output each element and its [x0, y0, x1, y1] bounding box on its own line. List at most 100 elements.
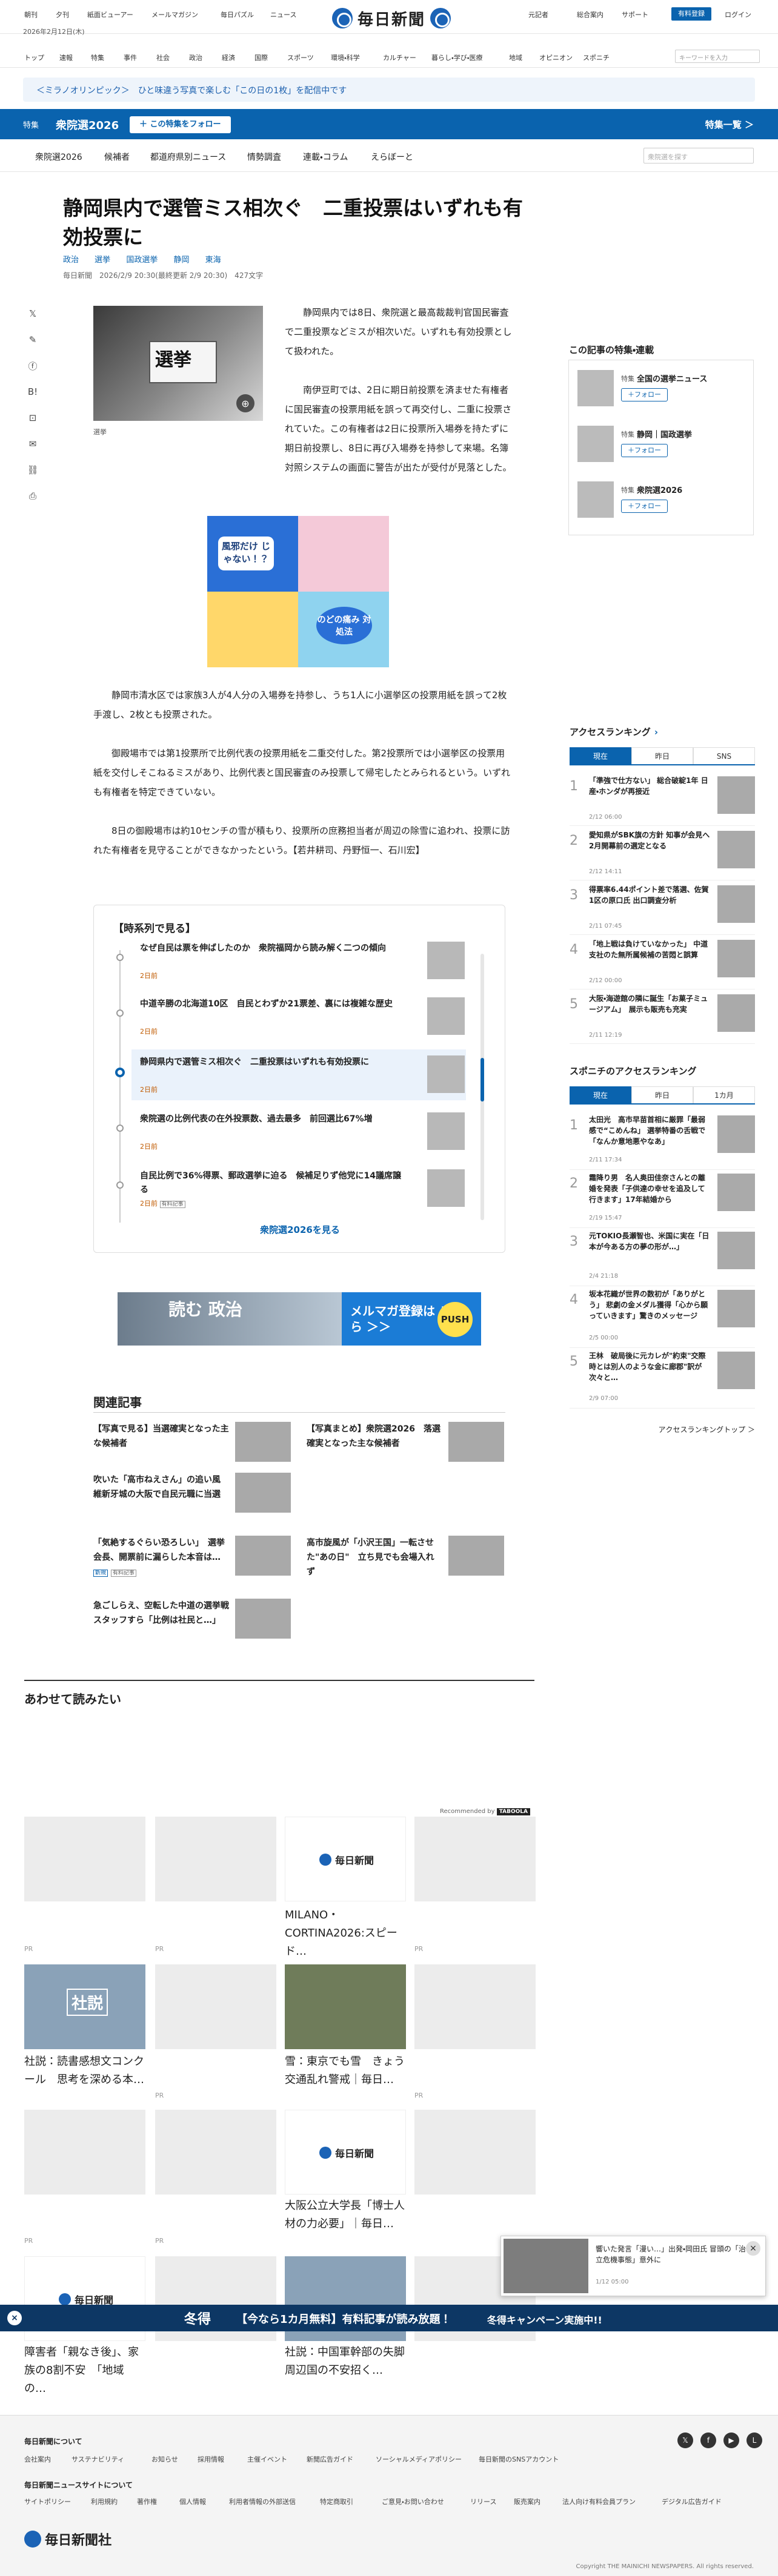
related-item[interactable]: 急ごしらえ、空転した中道の選挙戦 スタッフすら「比例は社民と…」 [93, 1599, 291, 1648]
footer-logo[interactable]: 毎日新聞社 [24, 2529, 111, 2549]
hatena-share-icon[interactable]: B! [24, 383, 41, 400]
nav-science[interactable]: 環境・科学 [331, 53, 360, 62]
register-button[interactable]: 有料登録 [671, 7, 711, 21]
bookmark-icon[interactable]: ⊡ [24, 409, 41, 426]
rec-card-image[interactable]: 社説 [24, 1964, 145, 2049]
feature-list-link[interactable]: 特集一覧 ＞ [705, 118, 754, 131]
link-morning[interactable]: 朝刊 [24, 10, 38, 19]
subnav-prefecture[interactable]: 都道府県別ニュース [150, 151, 226, 163]
footer-link[interactable]: サステナビリティ [71, 2454, 124, 2464]
rec-card-image[interactable] [155, 2110, 276, 2195]
rec-card-image[interactable] [414, 1817, 536, 1901]
link-former[interactable]: 元記者 [528, 10, 548, 19]
youtube-icon[interactable]: ▶ [723, 2432, 739, 2448]
footer-link[interactable]: 特定商取引 [320, 2497, 353, 2506]
link-puzzle[interactable]: 毎日パズル [221, 10, 254, 19]
footer-link[interactable]: 新聞広告ガイド [307, 2454, 353, 2464]
tag[interactable]: 静岡 [173, 256, 189, 265]
footer-link[interactable]: ご意見・お問い合わせ [382, 2497, 444, 2506]
feature-follow-button[interactable]: ＋ この特集をフォロー [130, 116, 231, 133]
ranking-item[interactable]: 5 大阪・海遊館の隣に誕生「お菓子ミュージアム」 展示も販売も充実 2/11 12:… [570, 993, 755, 1044]
rec-card-image[interactable] [414, 2110, 536, 2195]
feature-title[interactable]: 衆院選2026 [56, 117, 119, 133]
link-copy-icon[interactable]: ⛓ [24, 461, 41, 478]
notice-banner[interactable]: ＜ミラノオリンピック＞ ひと味違う写真で楽しむ「この日の1枚」を配信中です [23, 78, 755, 102]
campaign-link[interactable]: 冬得キャンペーン実施中!! [487, 2312, 602, 2327]
footer-link[interactable]: リリース [470, 2497, 496, 2506]
footer-link[interactable]: 法人向け有料会員プラン [562, 2497, 636, 2506]
sponichi-item[interactable]: 2 霜降り男 名人奥田佳奈さんとの離婚を発表「子供達の幸せを追及して行きます」17… [570, 1172, 755, 1228]
sponichi-item[interactable]: 3 元TOKIO長瀬智也、米国に実在「日本が今ある方の夢の形が…」 2/4 21:1… [570, 1230, 755, 1286]
ranking-item[interactable]: 3 得票率6.44ポイント差で落選、佐賀1区の原口氏 出口調査分析 2/11 07:… [570, 884, 755, 935]
nav-culture[interactable]: カルチャー [383, 53, 416, 62]
campaign-bar[interactable]: × 冬得 【今なら1カ月無料】有料記事が読み放題！ 冬得キャンペーン実施中!! [0, 2305, 778, 2331]
footer-link[interactable]: 毎日新聞のSNSアカウント [479, 2454, 559, 2464]
login-link[interactable]: ログイン [725, 10, 751, 19]
sponichi-item[interactable]: 4 坂本花織が世界の数初が「ありがとう」 悲劇の金メダル獲得「心から願っていきます… [570, 1289, 755, 1348]
sponichi-item[interactable]: 5 王林 破局後に元カレが"約束"交際時とは別人のような金に廊郡"訳が次々と… 2/… [570, 1350, 755, 1409]
mail-share-icon[interactable]: ✉ [24, 435, 41, 452]
close-icon[interactable]: × [746, 2241, 760, 2256]
footer-link[interactable]: 利用規約 [91, 2497, 118, 2506]
follow-button[interactable]: ＋フォロー [621, 388, 668, 401]
site-logo[interactable]: 毎日新聞 [332, 6, 451, 30]
related-item[interactable]: 吹いた「高市ねえさん」の追い風 維新牙城の大阪で自民元職に当選 [93, 1473, 291, 1522]
related-item[interactable]: 「気絶するぐらい恐ろしい」 選挙会長、開票前に漏らした本音は… 新規 有料記事 [93, 1536, 291, 1585]
nav-sponichi[interactable]: スポニチ [583, 53, 610, 62]
facebook-icon[interactable]: f [700, 2432, 716, 2448]
facebook-share-icon[interactable]: ⓕ [24, 357, 41, 374]
ranking-item[interactable]: 4 「地上戦は負けていなかった」 中道支社のた無所属候補の苦悶と誤算 2/12 00… [570, 939, 755, 989]
rec-card-image[interactable]: 毎日新聞 [285, 2110, 406, 2195]
rec-card-image[interactable]: 毎日新聞 [285, 1817, 406, 1901]
subnav-candidates[interactable]: 候補者 [104, 151, 130, 163]
timeline-scrollbar[interactable] [480, 954, 484, 1220]
tag[interactable]: 国政選挙 [126, 256, 158, 265]
nav-incident[interactable]: 事件 [124, 53, 137, 62]
nav-region[interactable]: 地域 [509, 53, 522, 62]
rec-card-title[interactable]: 大阪公立大学長「博士人材の力必要」｜毎日… [285, 2197, 406, 2233]
tab-month[interactable]: 1カ月 [693, 1086, 755, 1103]
link-mailmag[interactable]: メールマガジン [151, 10, 198, 19]
footer-link[interactable]: ソーシャルメディアポリシー [376, 2454, 462, 2464]
rec-card-image[interactable] [155, 1817, 276, 1901]
print-icon[interactable]: ⎙ [24, 487, 41, 504]
footer-link[interactable]: 個人情報 [179, 2497, 206, 2506]
nav-feature[interactable]: 特集 [91, 53, 104, 62]
rec-card-title[interactable]: 雪：東京でも雪 きょう交通乱れ警戒｜毎日… [285, 2053, 406, 2089]
related-item[interactable]: 【写真まとめ】衆院選2026 落選確実となった主な候補者 [307, 1422, 504, 1471]
x-share-icon[interactable]: 𝕏 [24, 305, 41, 322]
sponichi-item[interactable]: 1 太田光 高市早苗首相に厳罪「最弱感で“こめんね」 選挙特番の舌戦で「なんか意地… [570, 1114, 755, 1170]
footer-link[interactable]: お知らせ [151, 2454, 178, 2464]
ranking-item[interactable]: 2 愛知県がSBK旗の方針 知事が会見へ 2月開幕前の選定となる 2/12 14:1… [570, 830, 755, 880]
ad-banner[interactable]: 風邪だけ じゃない！？ のどの痛み 対処法 [207, 516, 389, 667]
footer-link[interactable]: 著作権 [137, 2497, 157, 2506]
subnav-election[interactable]: 衆院選2026 [35, 151, 82, 163]
rec-card-title[interactable]: 障害者「親なき後」、家族の8割不安 「地域の… [24, 2343, 145, 2398]
ranking-item[interactable]: 1 「準強で仕方ない」 総合破綻1年 日産・ホンダが再接近 2/12 06:00 [570, 775, 755, 826]
footer-link[interactable]: 会社案内 [24, 2454, 51, 2464]
footer-link[interactable]: 販売案内 [514, 2497, 540, 2506]
floating-news-popup[interactable]: 響いた発言「漫い…」出発・岡田氏 冒頭の「治立危機事態」意外に 1/12 05:… [500, 2236, 766, 2296]
nav-politics[interactable]: 政治 [189, 53, 202, 62]
footer-link[interactable]: 主催イベント [247, 2454, 287, 2464]
footer-link[interactable]: 採用情報 [198, 2454, 224, 2464]
link-evening[interactable]: 夕刊 [56, 10, 69, 19]
tab-now[interactable]: 現在 [570, 1086, 631, 1103]
nav-world[interactable]: 国際 [254, 53, 268, 62]
rec-card-image[interactable] [24, 2110, 145, 2195]
tab-yesterday[interactable]: 昨日 [631, 1086, 693, 1103]
ranking-heading[interactable]: アクセスランキング › [570, 725, 658, 738]
site-search-input[interactable]: キーワードを入力 [675, 50, 760, 63]
subnav-column[interactable]: 連載・コラム [303, 151, 348, 163]
mailmag-banner[interactable]: 読む 政治 メルマガ登録は こちら ＞＞ PUSH [118, 1292, 481, 1346]
nav-economy[interactable]: 経済 [222, 53, 235, 62]
rec-card-image[interactable] [24, 1817, 145, 1901]
rec-card-title[interactable]: 社説：読書感想文コンクール 思考を深める本… [24, 2053, 145, 2089]
feature-search-input[interactable]: 衆院選を探す [643, 148, 754, 163]
footer-link[interactable]: 利用者情報の外部送信 [229, 2497, 296, 2506]
link-guide[interactable]: 総合案内 [577, 10, 603, 19]
subnav-erabote[interactable]: えらぼーと [371, 151, 413, 163]
line-icon[interactable]: L [746, 2432, 762, 2448]
nav-society[interactable]: 社会 [156, 53, 170, 62]
follow-button[interactable]: ＋フォロー [621, 500, 668, 513]
